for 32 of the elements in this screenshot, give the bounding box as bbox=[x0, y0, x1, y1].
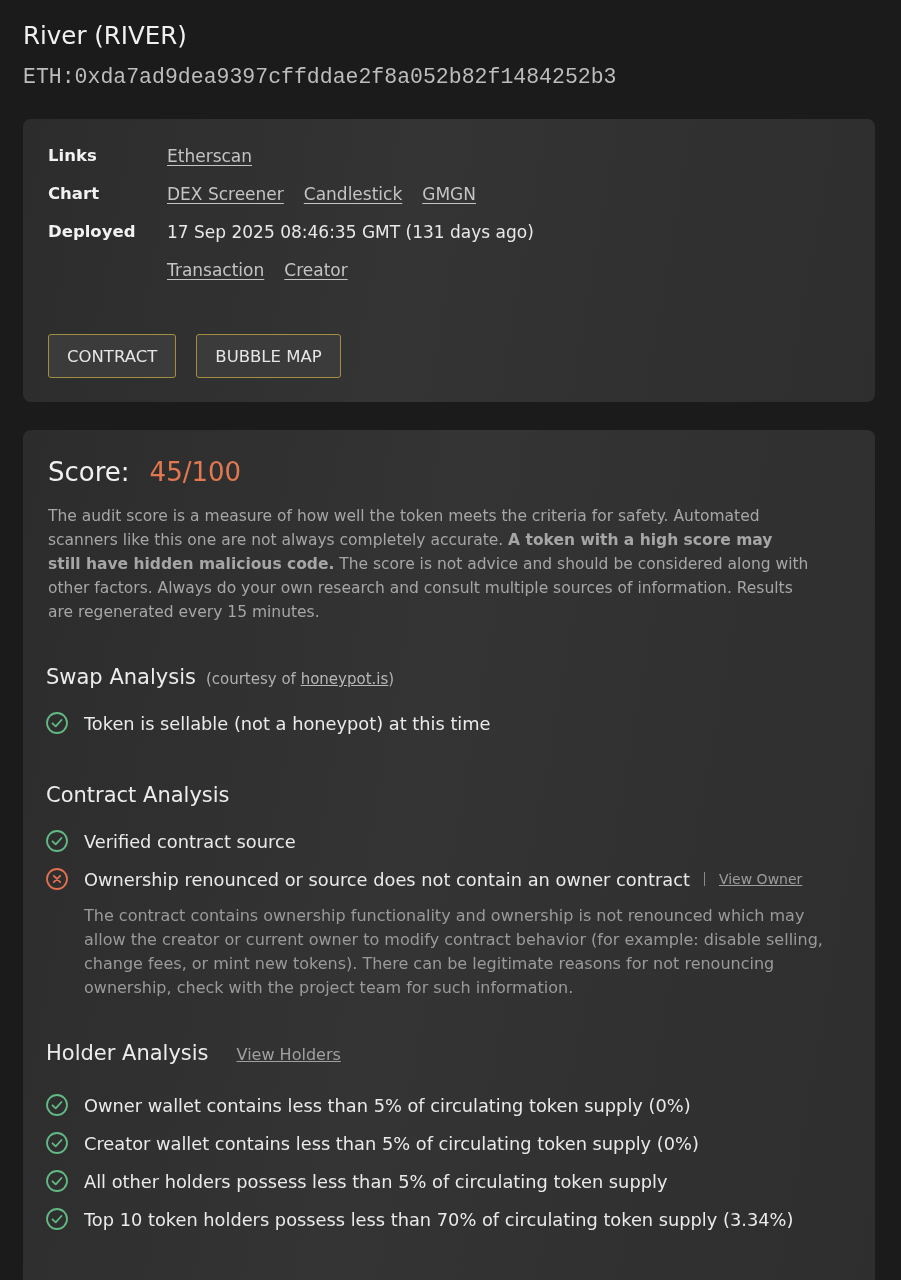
attribution-note: (courtesy of honeypot.is) bbox=[205, 670, 395, 688]
score-label: Score: bbox=[48, 456, 130, 489]
check-text: Creator wallet contains less than 5% of circulating token supply (0%) bbox=[84, 1132, 699, 1154]
section-heading: Holder Analysis bbox=[46, 1040, 209, 1067]
info-link[interactable]: Transaction bbox=[167, 260, 265, 280]
page-title: River (RIVER) bbox=[23, 20, 187, 52]
check-details: The contract contains ownership functionality and ownership is not renounced which may allow the creator or current owner to modify contract behavior (for example: disable selling, change fees, or mint new tokens). There can be legitimate reasons for not renouncing ownership, check with the project team for such information. bbox=[84, 905, 824, 999]
info-link[interactable]: GMGN bbox=[422, 184, 476, 204]
disclaimer-text: The audit score is a measure of how well the token meets the criteria for safety. Automated scanners like this one are not always completely accurate. A token with a high score may still have hidden malicious code. The score is not advice and should be considered along with other factors. Always do your own research and consult multiple sources of information. Results are regenerated every 15 minutes. bbox=[48, 506, 810, 623]
view-holders-link[interactable]: View Holders bbox=[236, 1045, 341, 1064]
score-value: 45/100 bbox=[149, 456, 242, 489]
action-button[interactable]: CONTRACT bbox=[48, 334, 177, 378]
check-text: Verified contract source bbox=[84, 830, 296, 852]
info-label: Deployed bbox=[48, 221, 137, 243]
view-owner-link[interactable]: View Owner bbox=[718, 871, 803, 887]
deploy-date: 17 Sep 2025 08:46:35 GMT (131 days ago) bbox=[167, 222, 534, 242]
check-text: Top 10 token holders possess less than 70% of circulating token supply (3.34%) bbox=[84, 1208, 794, 1230]
contract-address: ETH:0xda7ad9dea9397cffddae2f8a052b82f1484252b3 bbox=[23, 64, 617, 91]
check-text: Owner wallet contains less than 5% of circulating token supply (0%) bbox=[84, 1094, 691, 1116]
check-text: Ownership renounced or source does not contain an owner contract bbox=[84, 868, 690, 890]
info-link[interactable]: DEX Screener bbox=[167, 184, 284, 204]
info-label: Links bbox=[48, 145, 98, 167]
check-text: Token is sellable (not a honeypot) at this time bbox=[84, 712, 491, 734]
info-link[interactable]: Creator bbox=[284, 260, 348, 280]
info-label: Chart bbox=[48, 183, 100, 205]
check-text: All other holders possess less than 5% of circulating token supply bbox=[84, 1170, 668, 1192]
source-link[interactable]: honeypot.is bbox=[300, 670, 389, 688]
info-link[interactable]: Candlestick bbox=[303, 184, 403, 204]
action-button[interactable]: BUBBLE MAP bbox=[196, 334, 341, 378]
section-heading: Swap Analysis bbox=[46, 664, 196, 691]
section-heading: Contract Analysis bbox=[46, 782, 230, 809]
info-link[interactable]: Etherscan bbox=[167, 146, 253, 166]
